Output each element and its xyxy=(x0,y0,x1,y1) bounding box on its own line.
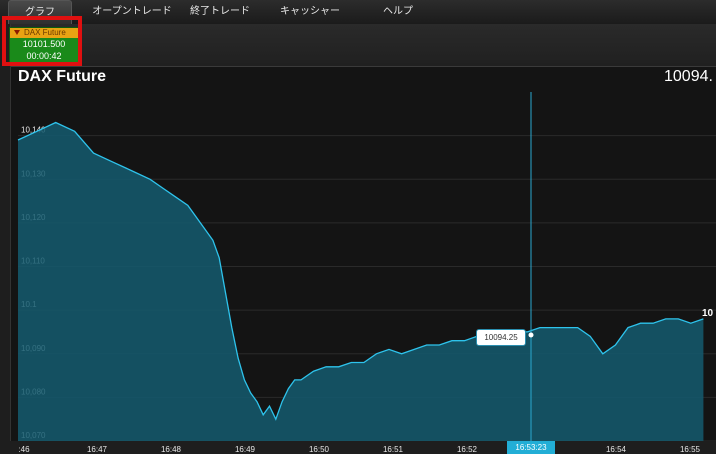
x-tick-label: 16:55 xyxy=(680,445,701,454)
x-tick-label: 16:51 xyxy=(383,445,404,454)
x-tick-label: 16:54 xyxy=(606,445,627,454)
x-tick-label: 16:52 xyxy=(457,445,478,454)
crosshair-time-badge: 16:53:23 xyxy=(507,441,555,454)
right-axis-label: 10 xyxy=(702,308,714,319)
x-tick-label: 16:47 xyxy=(87,445,108,454)
price-tooltip: 10094.25 xyxy=(476,329,526,346)
x-tick-label: :46 xyxy=(18,445,30,454)
crosshair-dot xyxy=(528,332,534,338)
x-tick-label: 16:50 xyxy=(309,445,330,454)
x-tick-label: 16:48 xyxy=(161,445,182,454)
x-tick-label: 16:49 xyxy=(235,445,256,454)
price-chart[interactable]: 10,14010,13010,12010,11010.110,09010,080… xyxy=(0,0,716,454)
